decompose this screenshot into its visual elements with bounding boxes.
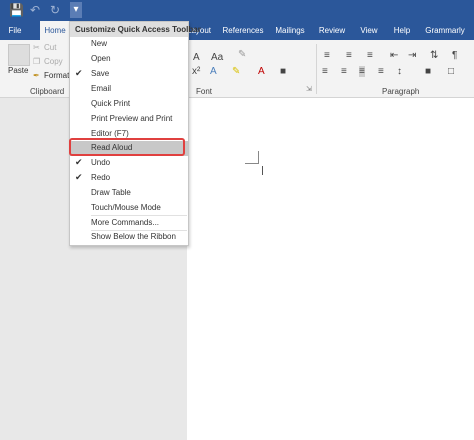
menu-item-label: Undo — [91, 158, 111, 167]
menu-title: Customize Quick Access Toolbar — [75, 25, 201, 34]
show-formatting-icon[interactable]: ¶ — [452, 50, 457, 61]
menu-item-show-below-ribbon[interactable]: Show Below the Ribbon — [70, 230, 188, 245]
save-icon[interactable]: 💾 — [9, 3, 24, 17]
menu-item-label: Editor (F7) — [91, 129, 129, 138]
highlight-annotation-box — [69, 138, 185, 156]
format-painter-button[interactable]: Format — [44, 71, 69, 80]
menu-item-label: Redo — [91, 173, 111, 182]
clear-formatting-icon[interactable]: ✎ — [238, 49, 246, 60]
menu-item-label: Touch/Mouse Mode — [91, 203, 161, 212]
menu-item-quick-print[interactable]: Quick Print — [70, 97, 188, 112]
redo-icon[interactable]: ↻ — [49, 3, 61, 17]
sort-icon[interactable]: ⇅ — [430, 50, 438, 61]
menu-item-label: New — [91, 39, 108, 48]
menu-item-label: Email — [91, 84, 112, 93]
paragraph-shading-icon[interactable]: ■ — [425, 66, 431, 77]
menu-item-undo[interactable]: ✔ Undo — [70, 156, 188, 171]
paste-button[interactable]: Paste — [8, 66, 28, 75]
decrease-indent-icon[interactable]: ⇤ — [390, 50, 398, 61]
justify-icon[interactable]: ≡ — [359, 66, 365, 77]
clipboard-group-label: Clipboard — [30, 87, 65, 96]
cut-icon[interactable]: ✂ — [33, 43, 40, 52]
menu-item-label: Save — [91, 69, 110, 78]
menu-item-save[interactable]: ✔ Save — [70, 67, 188, 82]
increase-indent-icon[interactable]: ⇥ — [408, 50, 416, 61]
highlight-icon[interactable]: ✎ — [232, 66, 240, 77]
check-icon: ✔ — [75, 157, 83, 167]
tab-help[interactable]: Help — [390, 21, 414, 40]
font-dialog-launcher-icon[interactable]: ⇲ — [306, 85, 312, 93]
borders-icon[interactable]: □ — [448, 66, 454, 77]
tab-view[interactable]: View — [357, 21, 381, 40]
undo-icon[interactable]: ↶ — [29, 3, 41, 17]
menu-item-new[interactable]: New — [70, 37, 188, 52]
multilevel-list-icon[interactable]: ≡ — [367, 50, 373, 61]
menu-item-label: Print Preview and Print — [91, 114, 173, 123]
change-case-icon[interactable]: Aa — [211, 52, 223, 63]
copy-button[interactable]: Copy — [44, 57, 63, 66]
menu-item-label: Draw Table — [91, 188, 131, 197]
menu-header: Customize Quick Access Toolbar — [70, 22, 201, 37]
bullets-icon[interactable]: ≡ — [324, 50, 330, 61]
ribbon-divider — [316, 44, 317, 94]
text-effects-icon[interactable]: A — [210, 66, 217, 77]
paste-icon[interactable] — [8, 44, 30, 66]
tab-references[interactable]: References — [222, 21, 264, 40]
menu-item-email[interactable]: Email — [70, 82, 188, 97]
format-painter-icon[interactable]: ✒ — [33, 71, 40, 80]
copy-icon[interactable]: ❐ — [33, 57, 40, 66]
menu-item-touch-mouse-mode[interactable]: Touch/Mouse Mode — [70, 201, 188, 216]
tab-mailings[interactable]: Mailings — [273, 21, 307, 40]
check-icon: ✔ — [75, 172, 83, 182]
menu-item-draw-table[interactable]: Draw Table — [70, 186, 188, 201]
font-color-icon[interactable]: A — [258, 66, 265, 77]
paragraph-group-label: Paragraph — [382, 87, 420, 96]
font-size-down-icon[interactable]: A — [193, 52, 200, 63]
align-center-icon[interactable]: ≡ — [341, 66, 347, 77]
superscript-icon[interactable]: x² — [192, 66, 200, 77]
menu-item-label: More Commands... — [91, 218, 160, 227]
menu-item-label: Show Below the Ribbon — [91, 232, 176, 241]
customize-qat-icon[interactable]: ▾ — [70, 2, 82, 18]
numbering-icon[interactable]: ≡ — [346, 50, 352, 61]
menu-item-open[interactable]: Open — [70, 52, 188, 67]
align-left-icon[interactable]: ≡ — [322, 66, 328, 77]
tab-home[interactable]: Home — [40, 21, 70, 40]
check-icon: ✔ — [75, 68, 83, 78]
document-page[interactable] — [187, 98, 474, 440]
font-group-label: Font — [196, 87, 213, 96]
customize-qat-menu: Customize Quick Access Toolbar New Open … — [69, 21, 201, 246]
menu-item-redo[interactable]: ✔ Redo — [70, 171, 188, 186]
align-right-icon[interactable]: ≡ — [378, 66, 384, 77]
cut-button[interactable]: Cut — [44, 43, 56, 52]
tab-review[interactable]: Review — [317, 21, 347, 40]
menu-item-more-commands[interactable]: More Commands... — [70, 216, 188, 231]
menu-item-print-preview[interactable]: Print Preview and Print — [70, 112, 188, 127]
menu-item-label: Open — [91, 54, 111, 63]
page-corner-mark-vertical — [258, 151, 259, 164]
tab-file[interactable]: File — [4, 21, 26, 40]
menu-item-label: Quick Print — [91, 99, 131, 108]
line-spacing-icon[interactable]: ↕ — [397, 66, 402, 77]
font-shading-icon[interactable]: ■ — [280, 66, 286, 77]
text-cursor — [262, 166, 263, 175]
page-corner-mark — [245, 163, 259, 164]
tab-grammarly[interactable]: Grammarly — [422, 21, 468, 40]
